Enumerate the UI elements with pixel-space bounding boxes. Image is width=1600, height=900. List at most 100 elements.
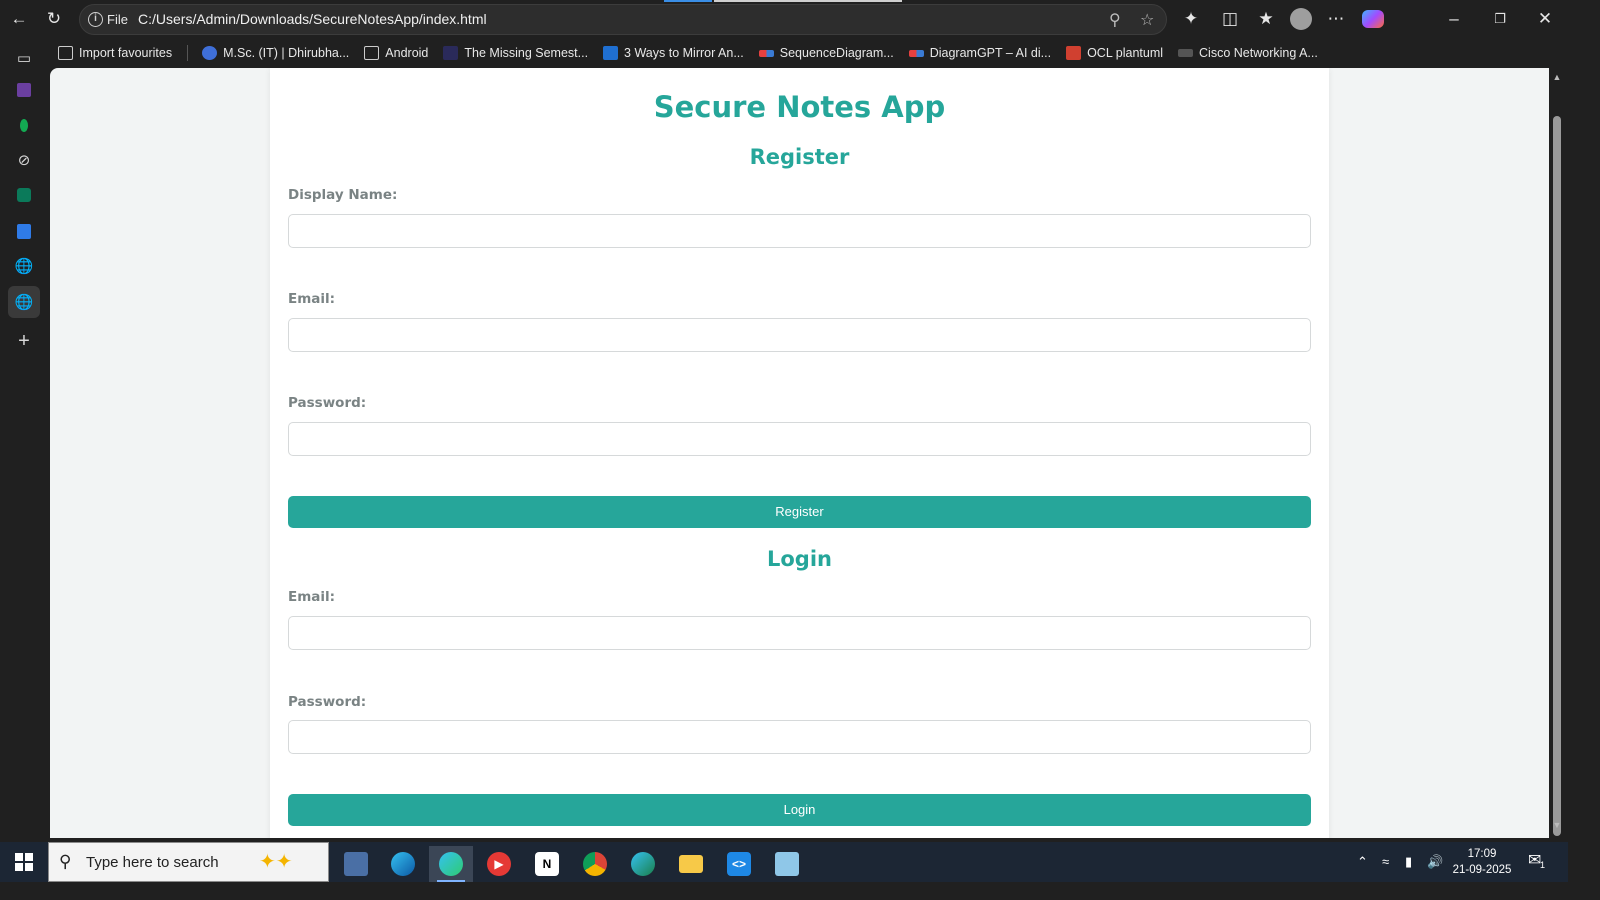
register-email-label: Email:	[288, 291, 336, 307]
import-icon	[58, 46, 73, 60]
bookmark-label: OCL plantuml	[1087, 46, 1164, 60]
app-container: Secure Notes App Register Display Name: …	[270, 68, 1329, 838]
youtube-music-icon[interactable]: ▶	[477, 846, 521, 882]
bookmark-item[interactable]: M.Sc. (IT) | Dhirubha...	[202, 46, 349, 60]
page-title: Secure Notes App	[653, 90, 946, 124]
scrollbar-thumb[interactable]	[1553, 116, 1561, 836]
clock-time: 17:09	[1467, 848, 1497, 860]
display-name-input[interactable]	[288, 214, 1311, 248]
edge-active-icon[interactable]	[429, 846, 473, 882]
restore-icon[interactable]: ❐	[1487, 6, 1513, 32]
app-icon[interactable]	[12, 78, 36, 102]
bookmarks-bar: Import favourites M.Sc. (IT) | Dhirubha.…	[0, 38, 1568, 68]
bookmark-item[interactable]: DiagramGPT – AI di...	[908, 46, 1052, 60]
battery-icon[interactable]: ▮	[1405, 854, 1412, 870]
start-button[interactable]	[0, 842, 48, 882]
scroll-down-icon[interactable]: ▼	[1551, 820, 1563, 830]
login-button[interactable]: Login	[288, 794, 1311, 826]
close-icon[interactable]: ✕	[1532, 6, 1558, 32]
split-screen-icon[interactable]: ◫	[1217, 6, 1243, 32]
page-scrollbar[interactable]: ▲ ▼	[1549, 68, 1568, 838]
bookmark-item[interactable]: OCL plantuml	[1066, 46, 1163, 60]
zoom-icon[interactable]: ⚲	[1109, 10, 1121, 30]
globe-icon[interactable]: 🌐	[12, 254, 36, 278]
volume-icon[interactable]: 🔊	[1427, 854, 1443, 870]
taskbar-app-icon[interactable]	[334, 846, 378, 882]
folder-icon	[364, 46, 380, 60]
tray-overflow-icon[interactable]: ⌃	[1357, 854, 1368, 870]
bookmark-label: The Missing Semest...	[464, 46, 589, 60]
refresh-icon[interactable]: ↻	[41, 6, 67, 32]
add-icon[interactable]: +	[12, 329, 36, 353]
login-password-input[interactable]	[288, 720, 1311, 754]
diagram-icon	[758, 49, 774, 57]
bookmark-label: Import favourites	[79, 46, 173, 60]
register-password-label: Password:	[288, 395, 367, 411]
terminal-icon	[443, 46, 459, 60]
bookmark-item[interactable]: Cisco Networking A...	[1178, 46, 1318, 60]
taskbar-clock[interactable]: 17:09 21-09-2025	[1448, 846, 1516, 878]
back-icon[interactable]: ←	[6, 6, 32, 32]
browser-toolbar: ← ↻ i File C:/Users/Admin/Downloads/Secu…	[0, 0, 1568, 38]
search-icon: ⚲	[59, 852, 72, 871]
plantuml-icon	[1066, 46, 1082, 60]
green-app-icon[interactable]	[12, 183, 36, 207]
taskbar-search[interactable]: ⚲ Type here to search ✦✦	[48, 842, 329, 882]
orbit-app-icon[interactable]: ⊘	[12, 148, 36, 172]
bookmark-label: Android	[385, 46, 429, 60]
bookmark-item[interactable]: Android	[364, 46, 428, 60]
bookmark-separator	[187, 45, 189, 61]
sparkle-icon: ✦✦	[259, 851, 293, 873]
windows-taskbar: ⚲ Type here to search ✦✦ ▶ N <> ⌃ ≈ ▮ 🔊 …	[0, 842, 1568, 882]
bookmark-item[interactable]: The Missing Semest...	[443, 46, 588, 60]
bookmark-item[interactable]: SequenceDiagram...	[758, 46, 894, 60]
browser-sidebar: ▭ ⊘ 🌐 🌐 +	[0, 38, 48, 838]
bookmark-item[interactable]: 3 Ways to Mirror An...	[603, 46, 744, 60]
page-viewport: Secure Notes App Register Display Name: …	[50, 68, 1549, 838]
notepad-icon[interactable]	[765, 846, 809, 882]
favorite-star-icon[interactable]: ☆	[1140, 10, 1154, 30]
notion-icon[interactable]: N	[525, 846, 569, 882]
chrome-icon[interactable]	[573, 846, 617, 882]
edge-dev-icon[interactable]	[621, 846, 665, 882]
vscode-icon[interactable]: <>	[717, 846, 761, 882]
profile-avatar-icon[interactable]	[1288, 6, 1314, 32]
tab-actions-icon[interactable]: ▭	[12, 46, 36, 70]
wifi-icon[interactable]: ≈	[1382, 854, 1389, 869]
bookmark-item[interactable]: Import favourites	[58, 46, 172, 60]
bookmark-label: SequenceDiagram...	[779, 46, 894, 60]
bookmark-label: DiagramGPT – AI di...	[929, 46, 1052, 60]
search-placeholder: Type here to search	[86, 854, 219, 871]
bookmark-label: Cisco Networking A...	[1199, 46, 1318, 60]
bookmark-label: 3 Ways to Mirror An...	[624, 46, 744, 60]
register-heading: Register	[749, 145, 850, 169]
register-button[interactable]: Register	[288, 496, 1311, 528]
extensions-icon[interactable]: ✦	[1178, 6, 1204, 32]
site-info-icon[interactable]: i	[88, 12, 103, 27]
tab-indicator	[714, 0, 902, 2]
cisco-icon	[1178, 49, 1194, 57]
active-indicator	[437, 880, 465, 882]
copilot-icon[interactable]	[1360, 6, 1386, 32]
login-heading: Login	[767, 547, 832, 571]
address-bar[interactable]: i File C:/Users/Admin/Downloads/SecureNo…	[79, 4, 1167, 35]
url-text[interactable]: C:/Users/Admin/Downloads/SecureNotesApp/…	[138, 11, 487, 27]
display-name-label: Display Name:	[288, 187, 398, 203]
more-options-icon[interactable]: ⋯	[1323, 6, 1349, 32]
register-password-input[interactable]	[288, 422, 1311, 456]
minimize-icon[interactable]: –	[1441, 6, 1467, 32]
edge-icon[interactable]	[381, 846, 425, 882]
login-email-input[interactable]	[288, 616, 1311, 650]
windows-logo-icon	[15, 853, 33, 871]
docs-app-icon[interactable]	[12, 219, 36, 243]
leaf-app-icon[interactable]	[12, 113, 36, 137]
favorites-icon[interactable]: ★	[1253, 6, 1279, 32]
notification-center-icon[interactable]: ✉ 1	[1528, 850, 1545, 870]
globe-icon[interactable]: 🌐	[8, 286, 40, 318]
scroll-up-icon[interactable]: ▲	[1551, 72, 1563, 82]
login-password-label: Password:	[288, 694, 367, 710]
file-explorer-icon[interactable]	[669, 846, 713, 882]
bookmark-label: M.Sc. (IT) | Dhirubha...	[223, 46, 350, 60]
clock-date: 21-09-2025	[1452, 864, 1512, 876]
register-email-input[interactable]	[288, 318, 1311, 352]
